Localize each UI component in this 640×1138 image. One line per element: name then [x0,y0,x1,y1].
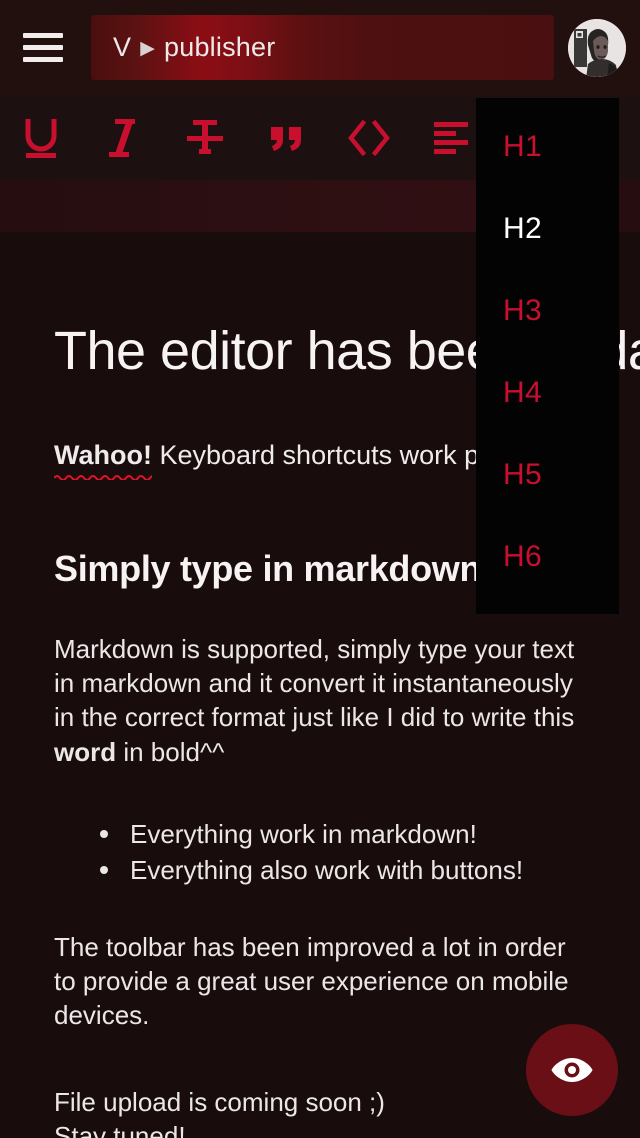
paragraph-file-upload: File upload is coming soon ;) [54,1086,385,1117]
paragraph-markdown: Markdown is supported, simply type your … [54,632,586,769]
heading-option-h4[interactable]: H4 [476,352,619,434]
italic-button[interactable] [82,95,164,180]
heading-dropdown-menu[interactable]: H1 H2 H3 H4 H5 H6 [476,98,619,614]
breadcrumb-root[interactable]: V [113,32,131,63]
feature-list: Everything work in markdown! Everything … [54,817,586,888]
breadcrumb-current[interactable]: publisher [164,32,275,63]
eye-icon [551,1058,593,1082]
list-item: Everything work in markdown! [100,817,586,851]
heading-option-h6[interactable]: H6 [476,516,619,598]
paragraph-stay-tuned: Stay tuned! [54,1120,186,1138]
spellcheck-squiggle-icon [54,474,152,480]
align-left-icon [434,121,468,154]
para-text-a: Markdown is supported, simply type your … [54,633,575,733]
underline-button[interactable] [0,95,82,180]
hamburger-bar [23,45,63,50]
code-icon [348,119,390,156]
heading-option-h2[interactable]: H2 [476,188,619,270]
blockquote-button[interactable] [246,95,328,180]
paragraph-toolbar: The toolbar has been improved a lot in o… [54,931,569,1031]
heading-option-h3[interactable]: H3 [476,270,619,352]
bold-word: word [54,736,117,767]
heading-option-h5[interactable]: H5 [476,434,619,516]
app-bar: V ▶ publisher [0,0,640,95]
italic-icon [109,118,135,157]
strikethrough-button[interactable] [164,95,246,180]
lead-bold-word: Wahoo! [54,437,152,480]
code-button[interactable] [328,95,410,180]
breadcrumb: V ▶ publisher [113,32,275,63]
hamburger-bar [23,57,63,62]
hamburger-menu-icon[interactable] [14,22,72,74]
breadcrumb-title-bar[interactable]: V ▶ publisher [91,15,554,80]
underline-icon [25,118,57,158]
chevron-right-icon: ▶ [140,38,156,59]
preview-fab-button[interactable] [526,1024,618,1116]
quote-icon [271,126,301,151]
heading-option-h1[interactable]: H1 [476,106,619,188]
strikethrough-icon [187,119,223,154]
list-item: Everything also work with buttons! [100,853,586,887]
para-text-b: in bold^^ [116,736,225,767]
avatar[interactable] [568,18,626,77]
hamburger-bar [23,33,63,38]
